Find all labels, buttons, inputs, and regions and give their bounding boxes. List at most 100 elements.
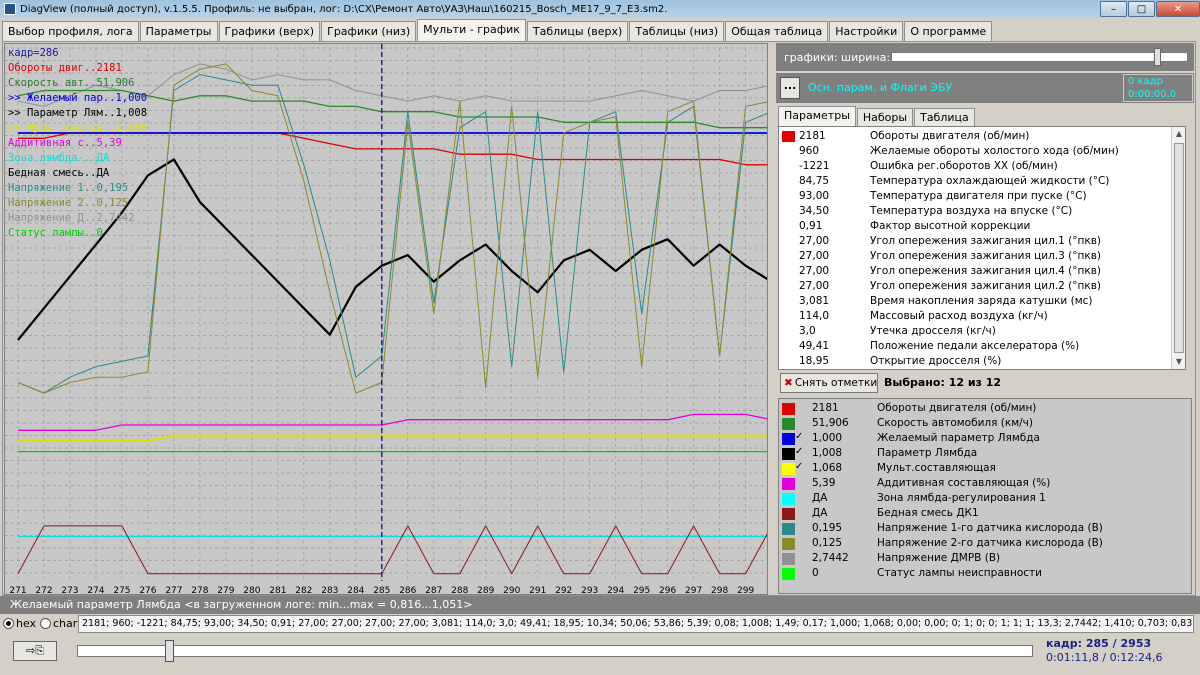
legend-item: Аддитивная с..5,39 [8, 137, 122, 149]
param-row[interactable]: 34,50 Температура воздуха на впуске (°С) [779, 204, 1171, 219]
selected-row[interactable]: 0 Статус лампы неисправности [779, 566, 1191, 581]
selected-row[interactable]: 2181 Обороты двигателя (об/мин) [779, 401, 1191, 416]
parameter-list[interactable]: ▲ ▼ 2181 Обороты двигателя (об/мин) 960 Жел… [778, 126, 1186, 370]
x-tick-label: 293 [581, 586, 598, 595]
selected-name: Напряжение 2-го датчика кислорода (В) [877, 537, 1103, 549]
param-row[interactable]: 0,91 Фактор высотной коррекции [779, 219, 1171, 234]
param-subtabs: Параметры Наборы Таблица [778, 105, 976, 127]
selected-row[interactable]: ✓ 1,008 Параметр Лямбда [779, 446, 1191, 461]
width-slider-track[interactable] [891, 52, 1188, 62]
frame-slider-track[interactable] [77, 645, 1033, 657]
multi-graph[interactable]: 271 272 273 274 275 276 277 278 279 280 281 282 283 2… [4, 43, 768, 595]
legend-item: >> Параметр Лям..1,008 [8, 107, 148, 119]
tab-2[interactable]: Графики (верх) [218, 21, 321, 41]
param-row[interactable]: 27,00 Угол опережения зажигания цил.4 (°п… [779, 264, 1171, 279]
selected-row[interactable]: 0,195 Напряжение 1-го датчика кислорода (… [779, 521, 1191, 536]
parameter-list-scrollbar[interactable]: ▲ ▼ [1171, 127, 1185, 369]
x-tick-label: 289 [477, 586, 494, 595]
subtab-1[interactable]: Наборы [856, 108, 914, 127]
tab-8[interactable]: Настройки [829, 21, 904, 41]
series-color-swatch [782, 538, 795, 550]
x-tick-label: 292 [555, 586, 572, 595]
subtab-2[interactable]: Таблица [914, 108, 975, 127]
param-row[interactable]: 27,00 Угол опережения зажигания цил.1 (°п… [779, 234, 1171, 249]
hex-label: hex [16, 617, 37, 630]
scroll-thumb[interactable] [1174, 143, 1184, 353]
legend-item: Обороты двиг..2181 [8, 62, 122, 74]
param-name: Положение педали акселератора (%) [870, 340, 1080, 352]
legend-item: Зона лямбда-..ДА [8, 152, 110, 164]
legend-item: Скорость авт..51,906 [8, 77, 135, 89]
frame-slider-thumb[interactable] [165, 640, 175, 662]
x-tick-label: 291 [529, 586, 546, 595]
selected-row[interactable]: ДА Зона лямбда-регулирования 1 [779, 491, 1191, 506]
x-tick-label: 276 [139, 586, 156, 595]
x-tick-label: 273 [61, 586, 78, 595]
width-slider-thumb[interactable] [1154, 48, 1161, 66]
selected-count: Выбрано: 12 из 12 [884, 376, 1002, 389]
selected-name: Обороты двигателя (об/мин) [877, 402, 1037, 414]
selected-name: Скорость автомобиля (км/ч) [877, 417, 1033, 429]
export-button[interactable]: ⇨⎘ [13, 641, 57, 661]
series-color-swatch [782, 433, 795, 445]
tab-0[interactable]: Выбор профиля, лога [2, 21, 139, 41]
width-label: графики: ширина: [784, 50, 891, 64]
check-icon: ✓ [795, 431, 804, 442]
selected-row[interactable]: 5,39 Аддитивная составляющая (%) [779, 476, 1191, 491]
param-row[interactable]: 3,081 Время накопления заряда катушки (мс… [779, 294, 1171, 309]
char-radio[interactable] [40, 618, 51, 629]
minimize-button[interactable]: – [1100, 1, 1127, 17]
param-value: 0,91 [799, 220, 823, 232]
param-row[interactable]: 93,00 Температура двигателя при пуске (°С… [779, 189, 1171, 204]
tab-7[interactable]: Общая таблица [725, 21, 829, 41]
param-row[interactable]: 27,00 Угол опережения зажигания цил.3 (°п… [779, 249, 1171, 264]
legend-item: >> Мульт.состав..1,068 [8, 122, 148, 134]
hex-radio[interactable] [3, 618, 14, 629]
param-row[interactable]: -1221 Ошибка рег.оборотов ХХ (об/мин) [779, 159, 1171, 174]
tab-9[interactable]: О программе [904, 21, 993, 41]
frame-time: 0:01:11,8 / 0:12:24,6 [1046, 651, 1163, 664]
maximize-button[interactable]: □ [1128, 1, 1155, 17]
x-tick-label: 294 [607, 586, 624, 595]
param-row[interactable]: 27,00 Угол опережения зажигания цил.2 (°п… [779, 279, 1171, 294]
selected-row[interactable]: ✓ 1,000 Желаемый параметр Лямбда [779, 431, 1191, 446]
x-tick-label: 287 [425, 586, 442, 595]
tab-3[interactable]: Графики (низ) [321, 21, 417, 41]
param-row[interactable]: 49,41 Положение педали акселератора (%) [779, 339, 1171, 354]
selected-parameter-list[interactable]: 2181 Обороты двигателя (об/мин) 51,906 Скор… [778, 398, 1192, 594]
selected-value: 1,068 [812, 462, 843, 474]
x-tick-label: 285 [373, 586, 390, 595]
hex-row: hex char 2181; 960; -1221; 84,75; 93,00;… [0, 614, 1200, 634]
param-row[interactable]: 3,0 Утечка дросселя (кг/ч) [779, 324, 1171, 339]
selected-row[interactable]: ДА Бедная смесь ДК1 [779, 506, 1191, 521]
selected-row[interactable]: ✓ 1,068 Мульт.составляющая [779, 461, 1191, 476]
param-row[interactable]: 84,75 Температура охлаждающей жидкости (°… [779, 174, 1171, 189]
tab-6[interactable]: Таблицы (низ) [629, 21, 725, 41]
series-color-swatch [782, 478, 795, 490]
bottom-bar: ⇨⎘ кадр: 285 / 2953 0:01:11,8 / 0:12:24,… [0, 634, 1200, 675]
x-tick-label: 277 [165, 586, 182, 595]
selected-row[interactable]: 51,906 Скорость автомобиля (км/ч) [779, 416, 1191, 431]
series-color-swatch [782, 418, 795, 430]
selected-row[interactable]: 2,7442 Напряжение ДМРВ (В) [779, 551, 1191, 566]
clear-icon: ✖ [784, 377, 793, 389]
close-button[interactable]: ✕ [1156, 1, 1200, 17]
selected-row[interactable]: 0,125 Напряжение 2-го датчика кислорода (… [779, 536, 1191, 551]
legend-item: Бедная смесь..ДА [8, 167, 110, 179]
scroll-up-icon[interactable]: ▲ [1172, 127, 1185, 141]
x-tick-label: 275 [113, 586, 130, 595]
scroll-down-icon[interactable]: ▼ [1172, 355, 1185, 369]
source-select-button[interactable]: ... [780, 77, 800, 99]
selected-name: Аддитивная составляющая (%) [877, 477, 1051, 489]
param-row[interactable]: 18,95 Открытие дросселя (%) [779, 354, 1171, 369]
tab-5[interactable]: Таблицы (верх) [526, 21, 629, 41]
tab-1[interactable]: Параметры [139, 21, 218, 41]
clear-marks-button[interactable]: ✖ Снять отметки [780, 373, 878, 393]
series-color-swatch [782, 523, 795, 535]
series-color-swatch [782, 553, 795, 565]
param-row[interactable]: 114,0 Массовый расход воздуха (кг/ч) [779, 309, 1171, 324]
tab-4[interactable]: Мульти - график [417, 19, 526, 41]
subtab-0[interactable]: Параметры [778, 106, 856, 127]
param-row[interactable]: 960 Желаемые обороты холостого хода (об/м… [779, 144, 1171, 159]
param-row[interactable]: 2181 Обороты двигателя (об/мин) [779, 129, 1171, 144]
